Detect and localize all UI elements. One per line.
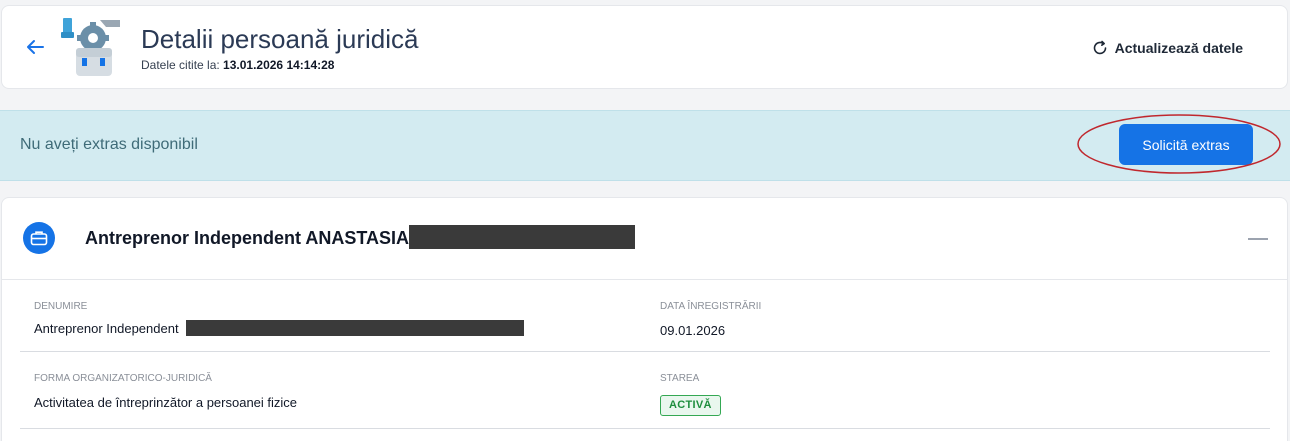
read-timestamp-value: 13.01.2026 14:14:28: [223, 58, 335, 72]
legal-entity-illustration-icon: [60, 16, 122, 80]
request-extract-button[interactable]: Solicită extras: [1119, 124, 1253, 165]
read-timestamp-line: Datele citite la: 13.01.2026 14:14:28: [141, 58, 334, 72]
legal-form-value: Activitatea de întreprinzător a persoane…: [34, 395, 298, 410]
row-divider: [20, 428, 1270, 429]
refresh-label: Actualizează datele: [1114, 40, 1243, 56]
entity-name: Antreprenor Independent ANASTASIA: [85, 225, 636, 250]
refresh-icon: [1092, 40, 1108, 56]
row-divider: [20, 351, 1270, 352]
read-timestamp-label: Datele citite la:: [141, 58, 220, 72]
denumire-label: DENUMIRE: [34, 301, 88, 312]
entity-card-header[interactable]: Antreprenor Independent ANASTASIA: [2, 198, 1287, 280]
redaction-bar: [186, 320, 525, 337]
redaction-bar: [409, 225, 636, 250]
registration-date-value: 09.01.2026: [660, 323, 726, 338]
page-title: Detalii persoană juridică: [141, 24, 419, 54]
refresh-data-button[interactable]: Actualizează datele: [1092, 40, 1243, 56]
extract-unavailable-banner: Nu aveți extras disponibil: [0, 110, 1290, 181]
denumire-value: Antreprenor Independent: [34, 320, 525, 337]
briefcase-icon: [23, 222, 55, 254]
registration-date-label: DATA ÎNREGISTRĂRII: [660, 301, 762, 312]
denumire-value-text: Antreprenor Independent: [34, 321, 179, 336]
entity-name-text: Antreprenor Independent ANASTASIA: [85, 228, 410, 248]
legal-form-label: FORMA ORGANIZATORICO-JURIDICĂ: [34, 373, 212, 384]
minus-icon[interactable]: [1248, 238, 1268, 240]
page-header: Detalii persoană juridică Datele citite …: [1, 5, 1288, 89]
status-label: STAREA: [660, 373, 700, 384]
back-arrow-icon[interactable]: [24, 36, 48, 60]
banner-message: Nu aveți extras disponibil: [20, 136, 198, 153]
status-badge: ACTIVĂ: [660, 395, 721, 416]
